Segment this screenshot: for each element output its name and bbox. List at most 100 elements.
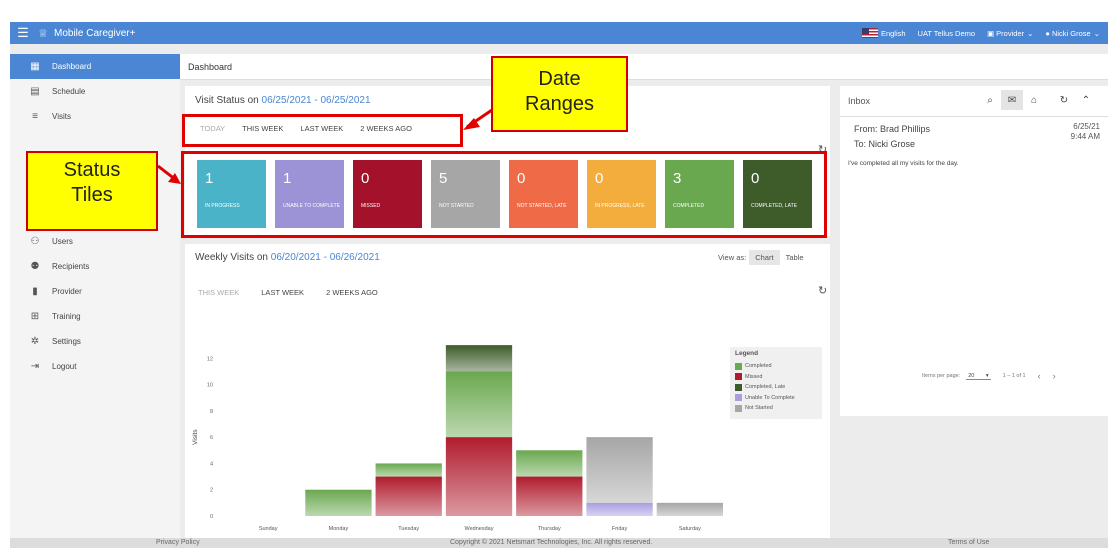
sidebar-item-visits[interactable]: ≡ Visits bbox=[10, 104, 180, 129]
items-per-page-select[interactable]: 20 ▾ bbox=[966, 372, 991, 380]
language-selector[interactable]: English bbox=[861, 28, 906, 38]
refresh-icon[interactable]: ↻ bbox=[818, 143, 827, 156]
top-bar: ☰ ♕ Mobile Caregiver+ English UAT Tellus… bbox=[10, 22, 1108, 44]
tab-2-weeks-ago[interactable]: 2 WEEKS AGO bbox=[360, 124, 412, 133]
bar-segment bbox=[305, 489, 372, 516]
tile-count: 0 bbox=[517, 170, 526, 187]
users-icon: ⚇ bbox=[30, 236, 40, 247]
visit-status-date-range: 06/25/2021 - 06/25/2021 bbox=[261, 95, 371, 106]
tile-count: 3 bbox=[673, 170, 682, 187]
privacy-policy-link[interactable]: Privacy Policy bbox=[156, 539, 200, 546]
inbox-panel: Inbox ⌕ ✉ ⌂ ↻ ⌃ From: Brad Phillips To: … bbox=[840, 86, 1108, 416]
role-selector[interactable]: ▣ Provider ⌄ bbox=[987, 29, 1033, 38]
status-tiles: 1 IN PROGRESS 1 UNABLE TO COMPLETE 0 MISSED… bbox=[197, 160, 812, 228]
legend-item: Missed bbox=[735, 372, 817, 383]
bar-segment bbox=[445, 345, 513, 372]
tile-not-started-late[interactable]: 0 NOT STARTED, LATE bbox=[509, 160, 578, 228]
y-axis-label: Visits bbox=[192, 429, 199, 445]
chevron-up-icon[interactable]: ⌃ bbox=[1075, 90, 1097, 110]
tile-unable-to-complete[interactable]: 1 UNABLE TO COMPLETE bbox=[275, 160, 344, 228]
legend-swatch bbox=[735, 394, 742, 402]
tab-this-week[interactable]: THIS WEEK bbox=[242, 124, 283, 133]
drafts-icon[interactable]: ⌂ bbox=[1023, 90, 1045, 110]
message-from[interactable]: From: Brad Phillips bbox=[854, 124, 930, 134]
legend-swatch bbox=[735, 383, 742, 391]
tile-in-progress[interactable]: 1 IN PROGRESS bbox=[197, 160, 266, 228]
role-label: Provider bbox=[996, 28, 1025, 38]
gear-icon: ✲ bbox=[30, 336, 40, 347]
refresh-icon[interactable]: ↻ bbox=[1053, 90, 1075, 110]
tile-missed[interactable]: 0 MISSED bbox=[353, 160, 422, 228]
tile-count: 0 bbox=[361, 170, 370, 187]
bar-segment bbox=[445, 437, 513, 516]
language-label: English bbox=[880, 28, 906, 38]
legend-label: Completed, Late bbox=[745, 384, 786, 391]
bar-segment bbox=[375, 476, 442, 516]
sidebar-item-dashboard[interactable]: ▦ Dashboard bbox=[10, 54, 180, 79]
next-page-icon[interactable]: › bbox=[1053, 371, 1056, 381]
y-tick-label: 2 bbox=[210, 488, 213, 494]
user-menu[interactable]: ● Nicki Grose ⌄ bbox=[1045, 29, 1100, 38]
user-name: Nicki Grose bbox=[1051, 28, 1091, 38]
tab-2-weeks-ago[interactable]: 2 WEEKS AGO bbox=[326, 288, 378, 297]
legend-label: Unable To Complete bbox=[745, 394, 795, 401]
y-tick-label: 10 bbox=[207, 383, 213, 389]
sidebar-item-logout[interactable]: ⇥ Logout bbox=[10, 354, 180, 379]
date-ranges-callout-text: Date Ranges bbox=[525, 68, 594, 115]
legend-label: Not Started bbox=[745, 405, 773, 412]
footer: Privacy Policy Copyright © 2021 Netsmart… bbox=[10, 538, 1108, 548]
sidebar-item-settings[interactable]: ✲ Settings bbox=[10, 329, 180, 354]
message-to: To: Nicki Grose bbox=[854, 139, 916, 149]
tab-today[interactable]: TODAY bbox=[200, 124, 225, 133]
view-table-button[interactable]: Table bbox=[780, 250, 810, 265]
legend-item: Completed bbox=[735, 361, 817, 372]
sidebar-item-users[interactable]: ⚇ Users bbox=[10, 229, 180, 254]
legend-item: Completed, Late bbox=[735, 382, 817, 393]
weekly-visits-date-range: 06/20/2021 - 06/26/2021 bbox=[270, 252, 380, 263]
tab-last-week[interactable]: LAST WEEK bbox=[261, 288, 304, 297]
previous-page-icon[interactable]: ‹ bbox=[1038, 371, 1041, 381]
tab-last-week[interactable]: LAST WEEK bbox=[300, 124, 343, 133]
tile-label: COMPLETED bbox=[673, 203, 705, 209]
sidebar-item-training[interactable]: ⊞ Training bbox=[10, 304, 180, 329]
hamburger-menu-icon[interactable]: ☰ bbox=[10, 25, 36, 41]
sidebar-item-label: Logout bbox=[52, 362, 77, 371]
tile-completed-late[interactable]: 0 COMPLETED, LATE bbox=[743, 160, 812, 228]
tab-this-week[interactable]: THIS WEEK bbox=[198, 288, 239, 297]
tile-count: 0 bbox=[751, 170, 760, 187]
message-date: 6/25/21 bbox=[1073, 122, 1100, 131]
sidebar-item-recipients[interactable]: ⚉ Recipients bbox=[10, 254, 180, 279]
tile-in-progress-late[interactable]: 0 IN PROGRESS, LATE bbox=[587, 160, 656, 228]
tile-label: UNABLE TO COMPLETE bbox=[283, 203, 341, 209]
page-title: Dashboard bbox=[180, 54, 1108, 80]
tile-label: IN PROGRESS bbox=[205, 203, 240, 209]
sidebar-item-label: Users bbox=[52, 237, 73, 246]
tile-label: NOT STARTED, LATE bbox=[517, 203, 567, 209]
mail-icon[interactable]: ✉ bbox=[1001, 90, 1023, 110]
chevron-down-icon: ⌄ bbox=[1027, 28, 1034, 38]
view-as-label: View as: bbox=[718, 253, 747, 262]
sidebar-item-label: Dashboard bbox=[52, 62, 92, 71]
sidebar-item-provider[interactable]: ▮ Provider bbox=[10, 279, 180, 304]
weekly-visits-title-prefix: Weekly Visits on bbox=[195, 252, 271, 263]
refresh-icon[interactable]: ↻ bbox=[818, 284, 827, 297]
weekly-visits-date-tabs: THIS WEEK LAST WEEK 2 WEEKS AGO bbox=[198, 288, 378, 297]
dropdown-arrow-icon: ▾ bbox=[985, 372, 989, 379]
message-time: 9:44 AM bbox=[1070, 132, 1100, 141]
provider-icon: ▮ bbox=[32, 286, 38, 297]
sidebar-item-schedule[interactable]: ▤ Schedule bbox=[10, 79, 180, 104]
bar-segment bbox=[516, 450, 583, 477]
visit-status-title: Visit Status on 06/25/2021 - 06/25/2021 bbox=[195, 95, 371, 106]
sidebar-item-label: Provider bbox=[52, 287, 82, 296]
sidebar-item-label: Recipients bbox=[52, 262, 90, 271]
x-tick-label: Thursday bbox=[538, 526, 561, 532]
tile-label: NOT STARTED bbox=[439, 203, 474, 209]
tile-not-started[interactable]: 5 NOT STARTED bbox=[431, 160, 500, 228]
legend-swatch bbox=[735, 404, 742, 412]
chevron-down-icon: ⌄ bbox=[1093, 28, 1100, 38]
x-tick-label: Friday bbox=[612, 526, 628, 532]
view-chart-button[interactable]: Chart bbox=[749, 250, 780, 265]
tile-completed[interactable]: 3 COMPLETED bbox=[665, 160, 734, 228]
terms-of-use-link[interactable]: Terms of Use bbox=[948, 539, 989, 546]
search-icon[interactable]: ⌕ bbox=[979, 90, 1001, 110]
